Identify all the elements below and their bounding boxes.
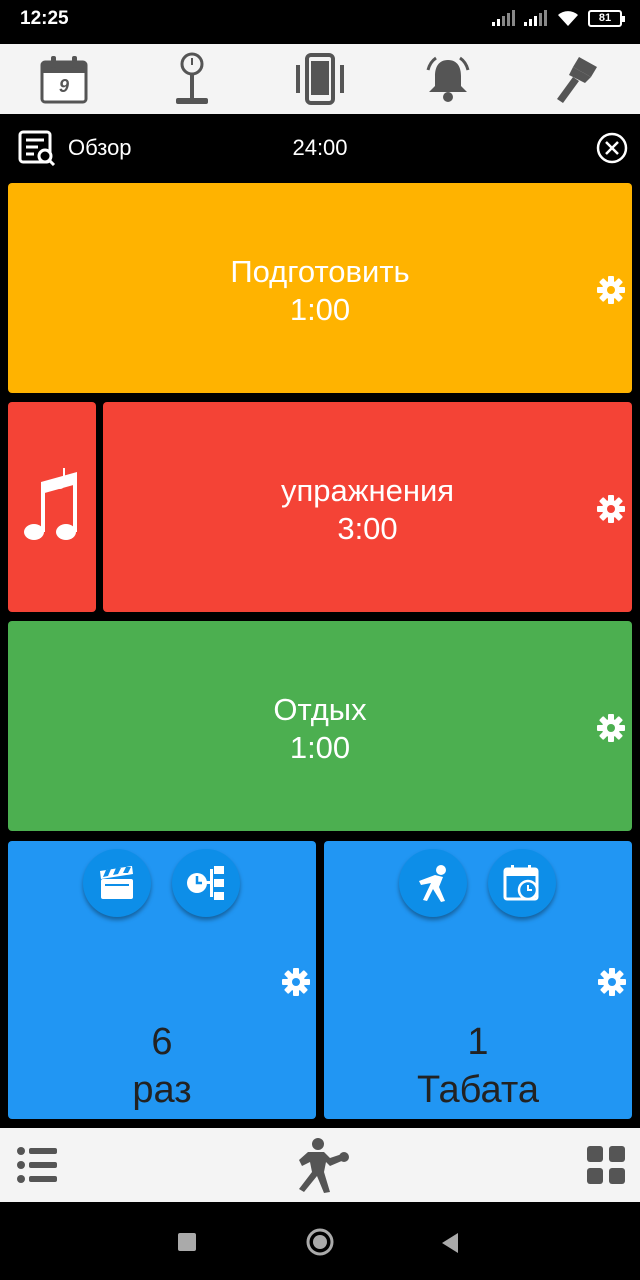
rest-tile[interactable]: Отдых 1:00 <box>8 621 632 831</box>
signal-icon <box>492 10 516 26</box>
rest-time: 1:00 <box>289 730 351 765</box>
calendar-clock-icon <box>502 863 542 903</box>
wifi-icon <box>556 9 580 27</box>
clapperboard-button[interactable] <box>83 849 151 917</box>
prepare-tile[interactable]: Подготовить 1:00 <box>8 183 632 393</box>
calendar-button[interactable]: 9 <box>0 44 128 114</box>
overview-bar: Обзор 24:00 <box>0 118 640 178</box>
scale-icon <box>172 52 212 106</box>
total-time: 24:00 <box>292 135 348 160</box>
work-title: упражнения <box>280 473 455 508</box>
calendar-icon: 9 <box>39 54 89 104</box>
signal-icon <box>524 10 548 26</box>
cycles-unit: раз <box>132 1069 192 1111</box>
timer-tree-icon <box>186 865 226 901</box>
scale-button[interactable] <box>128 44 256 114</box>
work-tile[interactable]: упражнения 3:00 <box>103 402 632 612</box>
battery-icon: 81 <box>588 9 625 27</box>
prepare-title: Подготовить <box>230 254 410 289</box>
cycles-count: 6 <box>151 1021 173 1063</box>
gear-icon[interactable] <box>281 967 311 997</box>
gear-icon[interactable] <box>596 713 626 743</box>
work-time: 3:00 <box>337 511 398 546</box>
recents-icon[interactable] <box>178 1233 196 1251</box>
music-tile[interactable] <box>8 402 96 612</box>
top-toolbar: 9 <box>0 44 640 114</box>
cycles-tile[interactable]: 6 раз <box>8 841 316 1119</box>
music-note-icon <box>20 466 86 548</box>
tabata-tile[interactable]: 1 Табата <box>324 841 632 1119</box>
boxing-icon[interactable] <box>290 1136 350 1194</box>
list-icon[interactable] <box>16 1145 58 1185</box>
status-icons: 81 <box>492 9 625 27</box>
rest-title: Отдых <box>273 692 367 727</box>
prepare-time: 1:00 <box>289 292 351 327</box>
back-icon[interactable] <box>440 1232 460 1254</box>
gear-icon[interactable] <box>596 275 626 305</box>
bell-icon <box>423 54 473 104</box>
home-icon[interactable] <box>305 1227 335 1257</box>
alarm-button[interactable] <box>384 44 512 114</box>
tabata-count: 1 <box>467 1021 489 1063</box>
status-bar: 12:25 81 <box>0 0 640 40</box>
gear-icon[interactable] <box>597 967 627 997</box>
warmup-button[interactable] <box>399 849 467 917</box>
close-icon[interactable] <box>596 132 628 164</box>
bottom-bar <box>0 1128 640 1202</box>
stretching-icon <box>415 863 451 903</box>
schedule-button[interactable] <box>488 849 556 917</box>
status-time: 12:25 <box>20 8 69 29</box>
phone-vibrate-icon <box>292 53 348 105</box>
vibrate-button[interactable] <box>256 44 384 114</box>
brush-icon <box>551 53 601 105</box>
system-nav-bar <box>0 1202 640 1280</box>
clapperboard-icon <box>98 865 136 901</box>
grid-icon[interactable] <box>586 1145 626 1185</box>
theme-button[interactable] <box>512 44 640 114</box>
tabata-unit: Табата <box>417 1069 539 1111</box>
gear-icon[interactable] <box>596 494 626 524</box>
sequence-button[interactable] <box>172 849 240 917</box>
calendar-day: 9 <box>58 76 69 96</box>
